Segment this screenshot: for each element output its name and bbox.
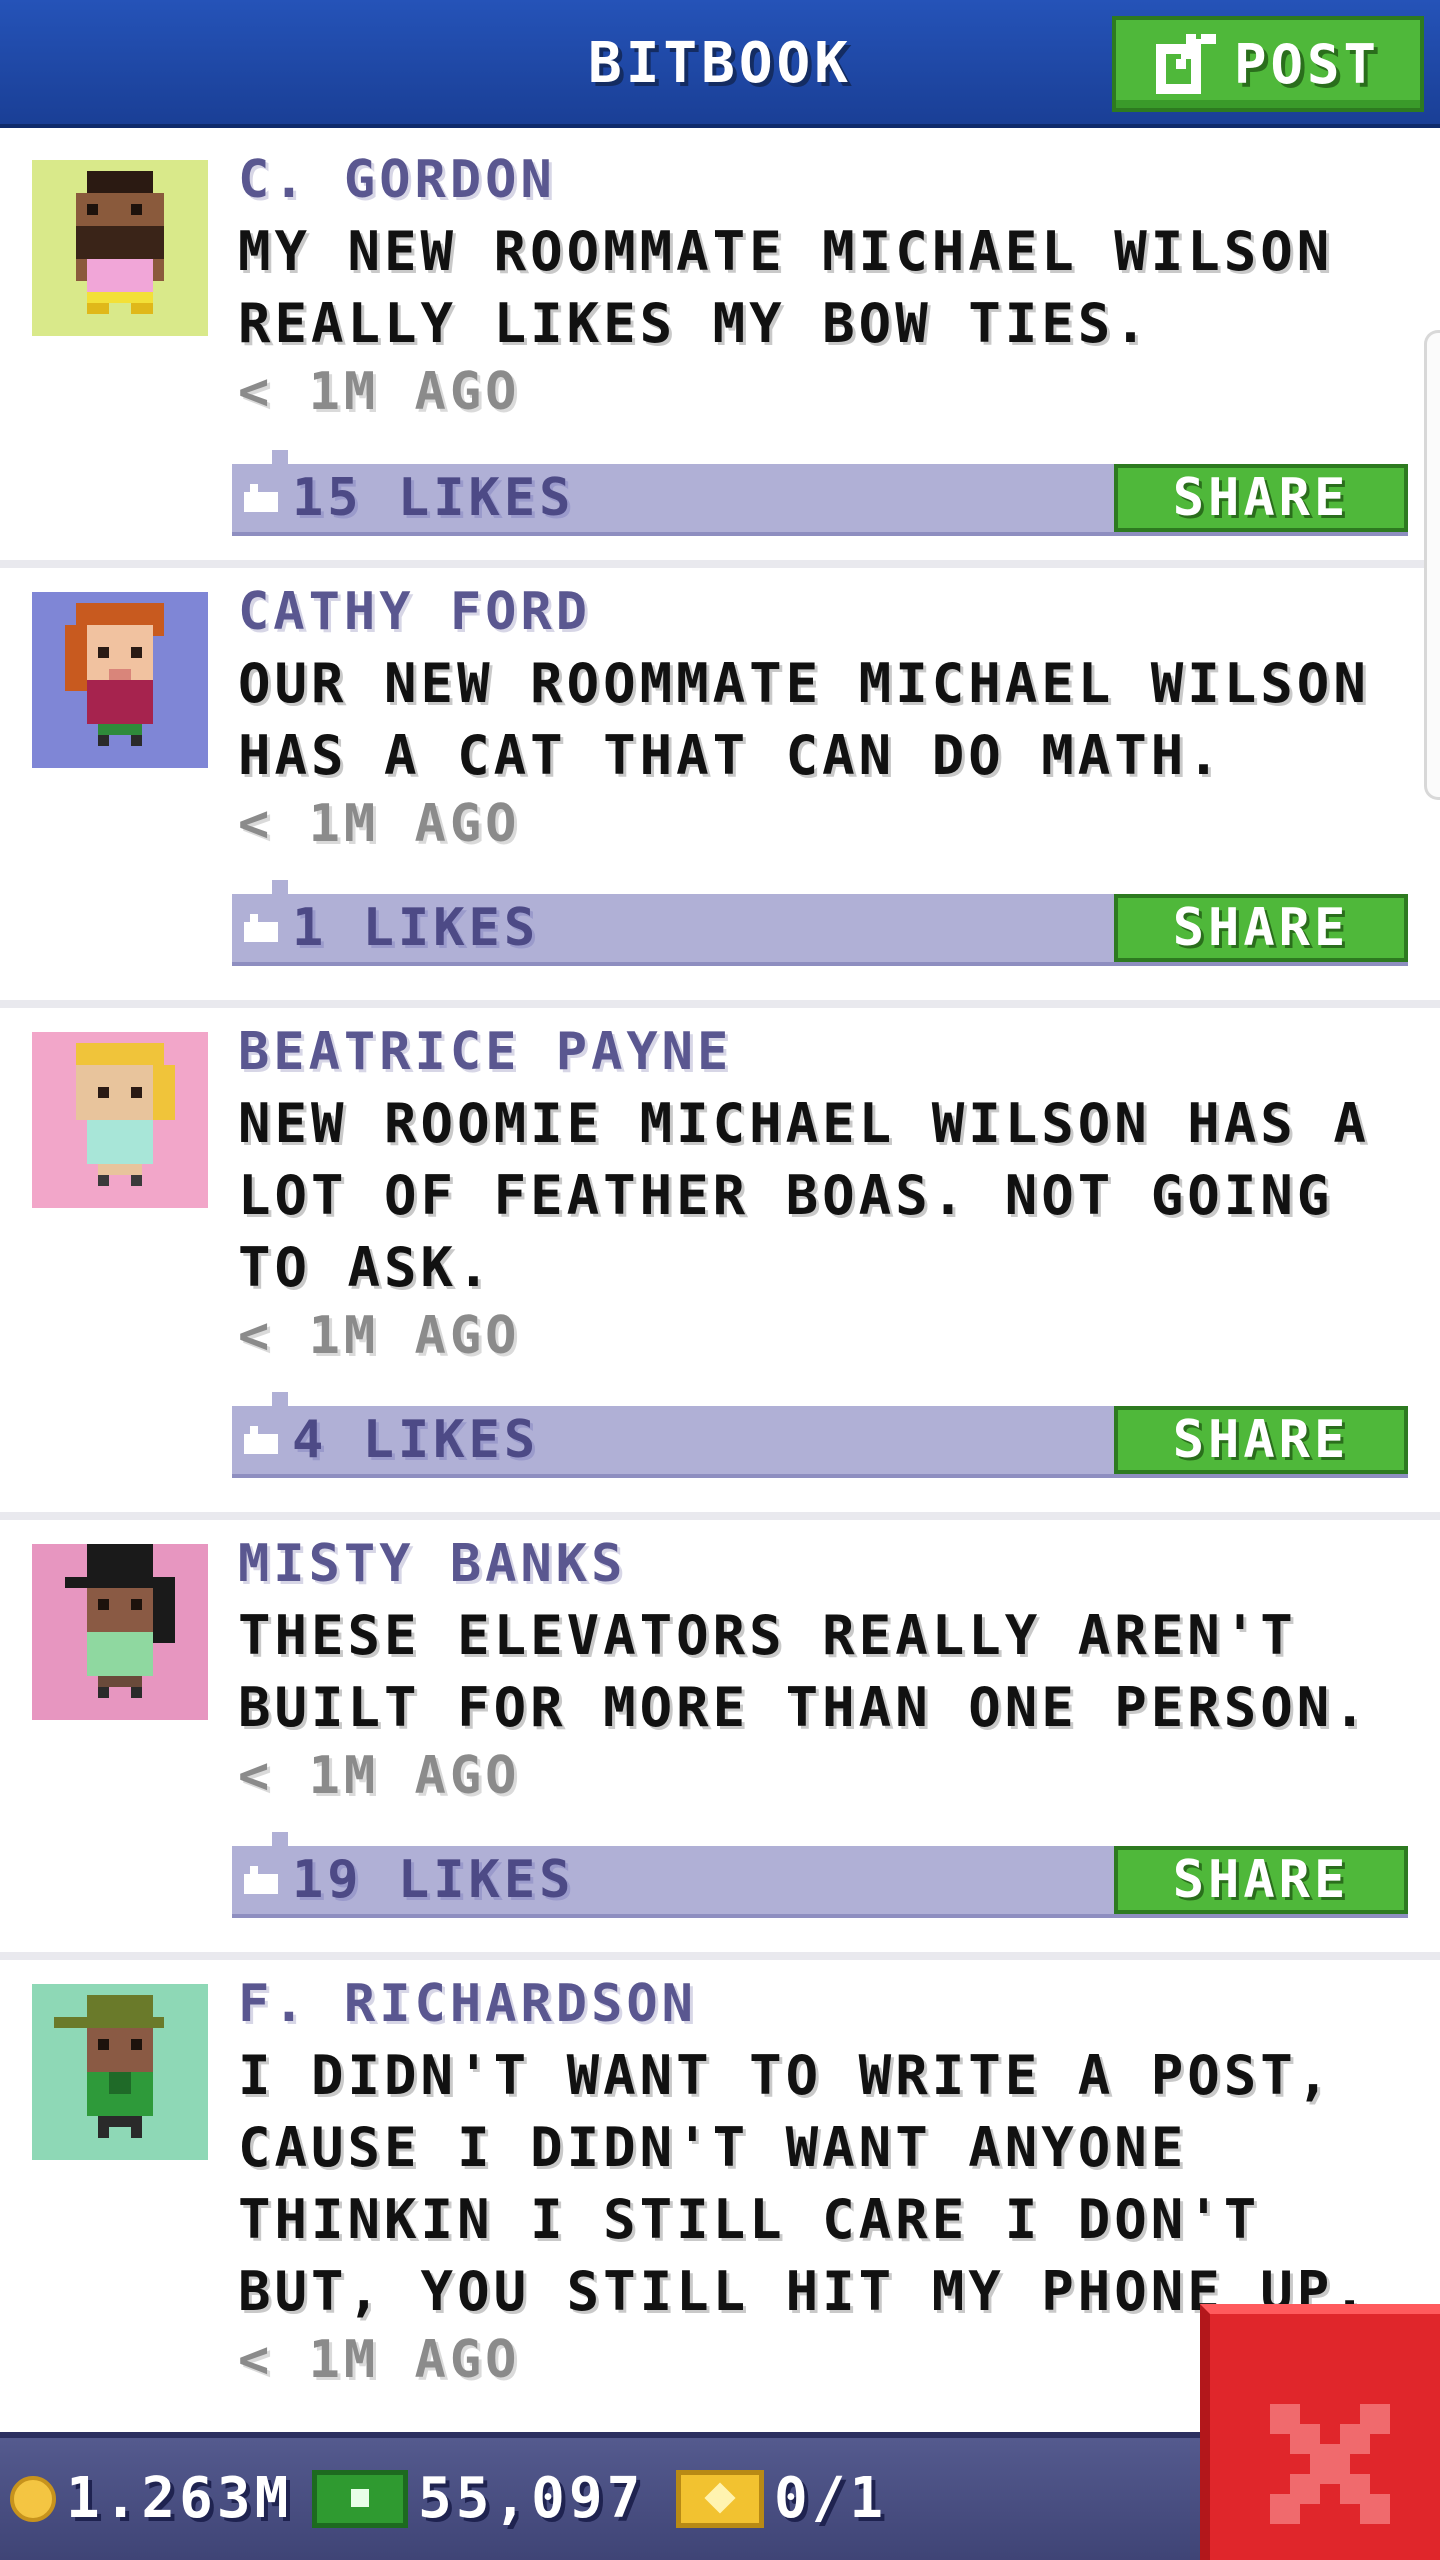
tickets-value: 0/1 [774,2466,888,2531]
coins-stat: 1.263M [10,2466,292,2531]
like-count: 15 LIKES [292,468,575,528]
golden-ticket-icon [676,2469,764,2528]
post-text: OUR NEW ROOMMATE MICHAEL WILSON HAS A CA… [238,652,1407,787]
post-text: MY NEW ROOMMATE MICHAEL WILSON REALLY LI… [238,220,1370,355]
bux-value: 55,097 [418,2466,645,2531]
thumbs-up-icon [244,1866,278,1894]
like-bar-notch [272,1392,288,1406]
avatar[interactable] [32,1544,208,1720]
like-count: 4 LIKES [292,1410,540,1470]
post-text: NEW ROOMIE MICHAEL WILSON HAS A LOT OF F… [238,1092,1407,1299]
like-bar-notch [272,880,288,894]
avatar[interactable] [32,592,208,768]
scroll-handle[interactable] [1424,330,1440,800]
thumbs-up-icon [244,914,278,942]
post-item: CATHY FORD OUR NEW ROOMMATE MICHAEL WILS… [0,568,1440,1008]
avatar[interactable] [32,1032,208,1208]
like-bar: 4 LIKES SHARE [232,1392,1408,1478]
post-timestamp: < 1M AGO [238,362,521,422]
thumbs-up-icon [244,484,278,512]
post-timestamp: < 1M AGO [238,1746,521,1806]
avatar[interactable] [32,1984,208,2160]
bux-icon [312,2469,408,2528]
post-author[interactable]: CATHY FORD [238,580,591,644]
share-button[interactable]: SHARE [1114,1406,1408,1474]
post-timestamp: < 1M AGO [238,2330,521,2390]
post-timestamp: < 1M AGO [238,794,521,854]
post-text: THESE ELEVATORS REALLY AREN'T BUILT FOR … [238,1604,1370,1739]
post-button-label: POST [1233,32,1381,96]
post-timestamp: < 1M AGO [238,1306,521,1366]
post-author[interactable]: BEATRICE PAYNE [238,1020,732,1084]
thumbs-up-icon [244,1426,278,1454]
like-count: 1 LIKES [292,898,540,958]
edit-icon [1155,34,1216,94]
post-author[interactable]: F. RICHARDSON [238,1972,697,2036]
share-button[interactable]: SHARE [1114,894,1408,962]
post-author[interactable]: MISTY BANKS [238,1532,626,1596]
like-bar: 15 LIKES SHARE [232,450,1408,536]
share-button[interactable]: SHARE [1114,1846,1408,1914]
post-text: I DIDN'T WANT TO WRITE A POST, CAUSE I D… [238,2044,1370,2323]
like-bar: 19 LIKES SHARE [232,1832,1408,1918]
like-button[interactable]: 19 LIKES [244,1846,574,1914]
bux-stat: 55,097 [312,2466,644,2531]
feed-list[interactable]: C. GORDON MY NEW ROOMMATE MICHAEL WILSON… [0,128,1440,2480]
close-button[interactable] [1200,2304,1440,2560]
like-bar: 1 LIKES SHARE [232,880,1408,966]
post-item: MISTY BANKS THESE ELEVATORS REALLY AREN'… [0,1520,1440,1960]
coin-icon [10,2475,56,2522]
post-author[interactable]: C. GORDON [238,148,556,212]
like-button[interactable]: 15 LIKES [244,464,574,532]
like-bar-notch [272,1832,288,1846]
coins-value: 1.263M [66,2466,293,2531]
avatar[interactable] [32,160,208,336]
resource-bar: 1.263M 55,097 0/1 [0,2432,1200,2560]
header-bar: BITBOOK POST [0,0,1440,128]
like-bar-notch [272,450,288,464]
tickets-stat: 0/1 [676,2466,887,2531]
share-button[interactable]: SHARE [1114,464,1408,532]
like-button[interactable]: 4 LIKES [244,1406,539,1474]
post-button[interactable]: POST [1112,16,1424,112]
like-count: 19 LIKES [292,1850,575,1910]
post-item: C. GORDON MY NEW ROOMMATE MICHAEL WILSON… [0,128,1440,568]
like-button[interactable]: 1 LIKES [244,894,539,962]
post-item: BEATRICE PAYNE NEW ROOMIE MICHAEL WILSON… [0,1008,1440,1520]
close-icon [1270,2404,1390,2524]
